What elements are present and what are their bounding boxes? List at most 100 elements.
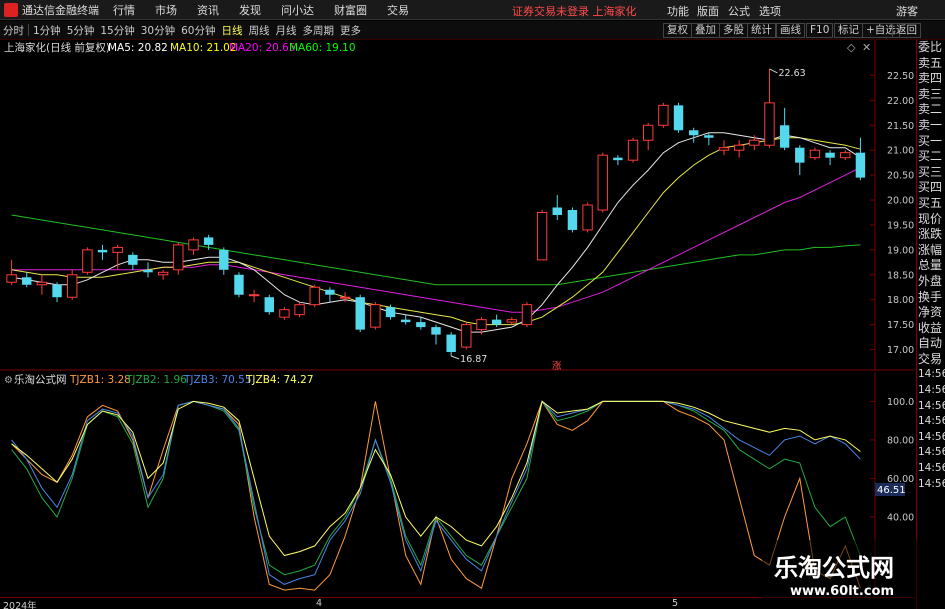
period-1min[interactable]: 1分钟	[30, 23, 64, 38]
login-notice[interactable]: 证券交易未登录 上海家化	[512, 3, 637, 19]
price-tick-label: 17.50	[887, 320, 914, 331]
panel-item-ask2[interactable]: 卖二	[917, 102, 945, 118]
candle-body	[597, 154, 608, 211]
panel-item-ask4[interactable]: 卖四	[917, 71, 945, 87]
indicator-name[interactable]: 乐淘公式网	[14, 373, 67, 386]
indicator-tick-label: 80.00	[887, 435, 914, 446]
candle-body	[491, 319, 502, 325]
period-30min[interactable]: 30分钟	[138, 23, 178, 38]
period-tick[interactable]: 分时	[0, 23, 27, 38]
panel-item-outer[interactable]: 外盘	[917, 274, 945, 290]
user-label[interactable]: 游客	[896, 3, 918, 19]
candle-body	[157, 271, 169, 276]
panel-item-price[interactable]: 现价	[917, 212, 945, 228]
panel-item-bid1[interactable]: 买一	[917, 134, 945, 150]
collapse-icon[interactable]: ◇	[847, 41, 856, 54]
candle-body	[613, 157, 623, 161]
menu-item-discover[interactable]: 发现	[239, 2, 261, 18]
candle-body	[461, 324, 472, 348]
price-tick-label: 19.50	[887, 220, 914, 231]
quote-side-panel: 委比 卖五 卖四 卖三 卖二 卖一 买一 买二 买三 买四 买五 现价 涨跌 涨…	[916, 40, 945, 609]
candle-body	[552, 207, 562, 215]
period-5min[interactable]: 5分钟	[64, 23, 98, 38]
price-tick-label: 18.00	[887, 295, 914, 306]
panel-item-trade[interactable]: 交易	[917, 352, 945, 368]
menu-item-exchange[interactable]: 市场	[155, 2, 177, 18]
price-tick-label: 20.50	[887, 171, 914, 182]
svg-text:16.87: 16.87	[460, 354, 487, 365]
panel-item-ask5[interactable]: 卖五	[917, 56, 945, 72]
candle-body	[234, 274, 244, 295]
panel-item-auto[interactable]: 自动	[917, 336, 945, 352]
menu-item-layout[interactable]: 版面	[697, 3, 719, 19]
close-icon[interactable]: ✕	[862, 41, 871, 54]
candle	[673, 102, 684, 133]
f10-button[interactable]: F10	[806, 23, 834, 38]
watermark-url: www.60lt.com	[790, 584, 895, 599]
panel-item-change[interactable]: 涨跌	[917, 227, 945, 243]
indicator-tick-label: 100.0	[887, 397, 914, 408]
overlay-button[interactable]: 叠加	[691, 23, 720, 38]
app-title: 通达信金融终端	[22, 3, 99, 17]
period-weekly[interactable]: 周线	[246, 23, 273, 38]
panel-item-bid3[interactable]: 买三	[917, 165, 945, 181]
period-monthly[interactable]: 月线	[273, 23, 300, 38]
period-multi[interactable]: 多周期	[300, 23, 338, 38]
candle	[370, 302, 381, 330]
panel-item-ask1[interactable]: 卖一	[917, 118, 945, 134]
candle	[461, 322, 472, 350]
back-button[interactable]: 返回	[892, 23, 921, 38]
candlestick-chart[interactable]: 22.50 22.00 21.50 21.00 20.50 20.00 19.50 19.00…	[0, 40, 915, 371]
candle-body	[506, 319, 517, 323]
menu-item-wealth[interactable]: 财富圈	[334, 2, 367, 18]
panel-item-order-ratio[interactable]: 委比	[917, 40, 945, 56]
ma20-legend: MA20: 20.65	[229, 42, 296, 54]
panel-item-ask3[interactable]: 卖三	[917, 87, 945, 103]
candle	[521, 302, 533, 328]
tjzb3-legend: TJZB3: 70.55	[183, 374, 252, 386]
panel-item-bid4[interactable]: 买四	[917, 180, 945, 196]
price-tick-label: 19.00	[887, 245, 914, 256]
candle	[173, 242, 184, 275]
menu-item-trade[interactable]: 交易	[387, 2, 409, 18]
candle-body	[67, 274, 78, 298]
candle	[582, 202, 593, 233]
trade-time: 14:56	[918, 384, 945, 397]
ma5-legend: MA5: 20.82	[108, 42, 168, 54]
candle-body	[627, 139, 639, 161]
period-60min[interactable]: 60分钟	[178, 23, 218, 38]
settings-icon[interactable]: ⚙	[4, 375, 13, 386]
mark-button[interactable]: 标记	[834, 23, 863, 38]
tjzb1-legend: TJZB1: 3.28	[69, 374, 131, 386]
panel-item-earnings[interactable]: 收益	[917, 321, 945, 337]
period-more[interactable]: 更多	[337, 23, 364, 38]
panel-item-change-pct[interactable]: 涨幅	[917, 243, 945, 259]
candle-body	[582, 204, 593, 231]
candle-body	[416, 322, 426, 328]
candle	[234, 272, 244, 298]
draw-line-button[interactable]: 画线	[776, 23, 805, 38]
period-daily[interactable]: 日线	[219, 23, 246, 38]
candle-body	[431, 327, 441, 335]
restore-rights-button[interactable]: 复权	[663, 23, 692, 38]
menu-item-options[interactable]: 选项	[759, 3, 781, 19]
menu-item-formula[interactable]: 公式	[728, 3, 750, 19]
candle-body	[370, 304, 381, 328]
candle-body	[840, 152, 851, 159]
multi-stock-button[interactable]: 多股	[719, 23, 748, 38]
menu-item-ask[interactable]: 问小达	[281, 2, 314, 18]
panel-item-net-assets[interactable]: 净资	[917, 305, 945, 321]
menu-item-news[interactable]: 资讯	[197, 2, 219, 18]
menu-item-market[interactable]: 行情	[113, 2, 135, 18]
panel-item-volume[interactable]: 总量	[917, 258, 945, 274]
price-tick-label: 21.00	[887, 146, 914, 157]
panel-item-bid2[interactable]: 买二	[917, 149, 945, 165]
menu-item-function[interactable]: 功能	[667, 3, 689, 19]
period-15min[interactable]: 15分钟	[97, 23, 137, 38]
candle-body	[173, 244, 184, 271]
statistics-button[interactable]: 统计	[747, 23, 776, 38]
indicator-tick-label: 40.00	[887, 512, 914, 523]
panel-item-bid5[interactable]: 买五	[917, 196, 945, 212]
candle-body	[6, 274, 17, 283]
panel-item-turnover[interactable]: 换手	[917, 290, 945, 306]
